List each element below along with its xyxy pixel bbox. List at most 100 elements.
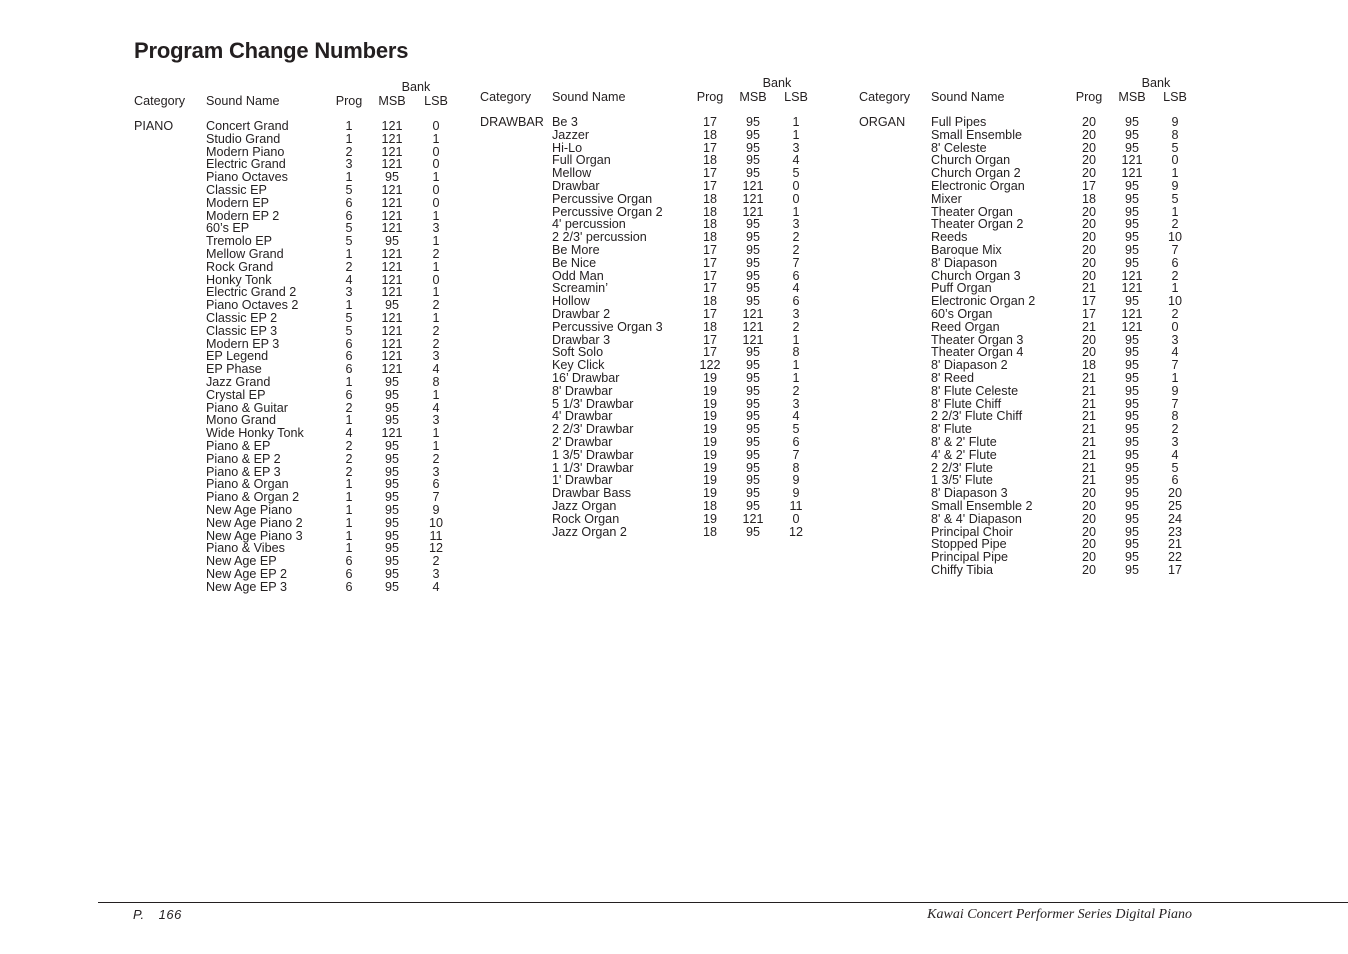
sound-name: Jazz Organ 2 (552, 524, 627, 539)
prog-value: 21 (1081, 447, 1096, 462)
lsb-value: 11 (789, 498, 803, 513)
lsb-value: 0 (432, 195, 440, 210)
header-category: Category (480, 90, 532, 104)
lsb-value: 3 (792, 306, 800, 321)
sound-name: Classic EP 3 (206, 323, 278, 338)
footer-page-label: P. 166 (133, 907, 182, 922)
msb-value: 95 (1124, 191, 1139, 206)
sound-name: Piano & EP (206, 438, 271, 453)
msb-value: 95 (1124, 370, 1139, 385)
msb-value: 95 (1124, 242, 1139, 257)
prog-value: 1 (345, 374, 353, 389)
lsb-value: 22 (1167, 550, 1182, 565)
prog-value: 1 (345, 502, 353, 517)
prog-value: 19 (702, 370, 717, 385)
msb-value: 95 (384, 515, 399, 530)
header-prog: Prog (335, 94, 363, 108)
lsb-value: 5 (792, 422, 800, 437)
sound-name: New Age EP 2 (206, 566, 287, 581)
lsb-value: 9 (432, 502, 440, 517)
msb-value: 95 (1124, 486, 1139, 501)
msb-value: 121 (742, 511, 764, 526)
msb-value: 95 (384, 374, 399, 389)
msb-value: 95 (384, 451, 399, 466)
prog-value: 17 (702, 115, 717, 129)
prog-value: 18 (702, 524, 717, 539)
lsb-value: 7 (1171, 242, 1179, 257)
sound-name: Rock Grand (206, 259, 274, 274)
msb-value: 95 (745, 242, 760, 257)
sound-name: Chiffy Tibia (931, 562, 994, 577)
prog-value: 20 (1081, 498, 1096, 513)
sound-name: Mixer (931, 191, 962, 206)
header-prog: Prog (696, 90, 724, 104)
sound-name: Jazz Organ (552, 498, 617, 513)
sound-name: Wide Honky Tonk (206, 426, 304, 441)
lsb-value: 2 (792, 383, 800, 398)
msb-value: 95 (745, 383, 760, 398)
page-prefix: P. (133, 907, 145, 922)
prog-value: 1 (345, 515, 353, 530)
sound-name: New Age Piano 2 (206, 515, 303, 530)
msb-value: 95 (1124, 127, 1139, 142)
header-lsb: LSB (784, 90, 808, 104)
lsb-value: 2 (792, 319, 800, 334)
lsb-value: 24 (1167, 511, 1182, 526)
lsb-value: 6 (792, 434, 800, 449)
prog-value: 21 (1081, 422, 1096, 437)
lsb-value: 12 (788, 524, 803, 539)
lsb-value: 25 (1167, 498, 1182, 513)
lsb-value: 2 (432, 554, 440, 569)
prog-value: 1 (345, 246, 353, 261)
lsb-value: 10 (428, 515, 443, 530)
lsb-value: 1 (792, 370, 800, 385)
sound-name: Rock Organ (552, 511, 620, 526)
prog-value: 19 (702, 447, 717, 462)
sound-name: 8' Flute Celeste (931, 383, 1019, 398)
sound-name: Percussive Organ (552, 191, 653, 206)
lsb-value: 1 (432, 387, 440, 402)
lsb-value: 5 (1171, 191, 1179, 206)
prog-value: 17 (702, 242, 717, 257)
msb-value: 95 (1124, 422, 1139, 437)
sound-name: New Age Piano (206, 502, 293, 517)
prog-value: 4 (345, 426, 353, 441)
msb-value: 95 (745, 434, 760, 449)
footer-divider (98, 902, 1348, 903)
sound-name: Drawbar Bass (552, 486, 632, 501)
lsb-value: 1 (432, 310, 440, 325)
prog-value: 6 (345, 579, 353, 594)
sound-name: Studio Grand (206, 131, 281, 146)
prog-value: 1 (345, 119, 353, 133)
sound-name: 2 2/3' Drawbar (552, 422, 634, 437)
lsb-value: 9 (792, 486, 800, 501)
header-msb: MSB (378, 94, 406, 108)
prog-value: 20 (1081, 115, 1096, 129)
sound-name: New Age EP (206, 554, 277, 569)
msb-value: 95 (745, 422, 760, 437)
msb-value: 121 (1121, 306, 1143, 321)
prog-value: 20 (1081, 242, 1096, 257)
lsb-value: 2 (432, 246, 440, 261)
header-sound-name: Sound Name (931, 90, 1005, 104)
msb-value: 95 (1124, 550, 1139, 565)
lsb-value: 7 (792, 447, 800, 462)
lsb-value: 2 (792, 242, 800, 257)
header-lsb: LSB (424, 94, 448, 108)
lsb-value: 1 (1171, 370, 1179, 385)
prog-value: 17 (1081, 306, 1096, 321)
sound-name: Modern EP (206, 195, 269, 210)
lsb-value: 9 (1171, 115, 1179, 129)
sound-name: 8' Flute (931, 422, 972, 437)
prog-value: 1 (345, 131, 353, 146)
prog-value: 20 (1081, 486, 1096, 501)
sound-name: Electronic Organ (931, 178, 1025, 193)
msb-value: 121 (381, 323, 403, 338)
msb-value: 95 (745, 370, 760, 385)
category-label: PIANO (134, 119, 174, 133)
msb-value: 95 (1124, 255, 1139, 270)
msb-value: 95 (384, 490, 399, 505)
lsb-value: 3 (1171, 434, 1179, 449)
sound-name: 4' & 2' Flute (931, 447, 997, 462)
prog-value: 20 (1081, 127, 1096, 142)
